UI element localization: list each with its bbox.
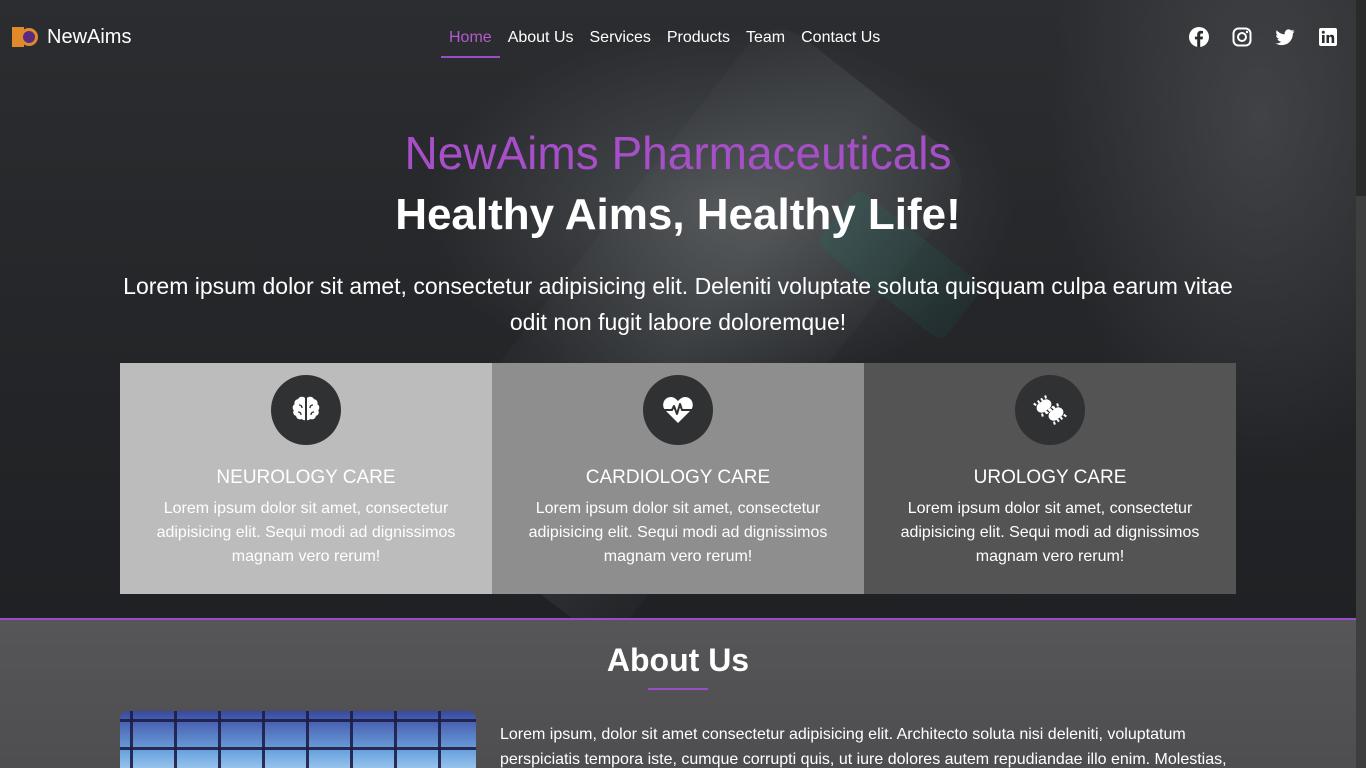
card-text: Lorem ipsum dolor sit amet, consectetur …	[528, 500, 828, 565]
card-title: UROLOGY CARE	[973, 467, 1127, 488]
about-image	[120, 711, 476, 768]
hero-section: NewAims Home About Us Services Products …	[0, 0, 1356, 620]
heartbeat-icon	[643, 375, 713, 445]
nav-team[interactable]: Team	[738, 0, 793, 58]
card-urology[interactable]: UROLOGY CARE Lorem ipsum dolor sit amet,…	[864, 363, 1236, 594]
twitter-icon[interactable]	[1275, 27, 1295, 47]
hero-title: NewAims Pharmaceuticals	[404, 127, 952, 179]
hero-description: Lorem ipsum dolor sit amet, consectetur …	[123, 273, 1233, 335]
instagram-icon[interactable]	[1232, 27, 1252, 47]
brain-icon	[271, 375, 341, 445]
card-neurology[interactable]: NEUROLOGY CARE Lorem ipsum dolor sit ame…	[120, 363, 492, 594]
nav-services[interactable]: Services	[582, 0, 659, 58]
social-links	[1189, 27, 1338, 47]
card-title: CARDIOLOGY CARE	[585, 467, 771, 488]
nav-contact-us[interactable]: Contact Us	[793, 0, 888, 58]
brand-logo-icon	[12, 25, 40, 49]
nav-products[interactable]: Products	[659, 0, 738, 58]
scrollbar-thumb[interactable]	[1356, 196, 1366, 768]
bacteria-icon	[1015, 375, 1085, 445]
facebook-icon[interactable]	[1189, 27, 1209, 47]
about-title: About Us	[606, 642, 750, 678]
nav-about-us[interactable]: About Us	[500, 0, 582, 58]
linkedin-icon[interactable]	[1318, 27, 1338, 47]
card-title: NEUROLOGY CARE	[216, 467, 396, 488]
nav-links: Home About Us Services Products Team Con…	[441, 0, 888, 58]
about-title-underline	[648, 688, 708, 690]
card-text: Lorem ipsum dolor sit amet, consectetur …	[900, 500, 1200, 565]
page-scrollbar[interactable]	[1356, 0, 1366, 768]
navbar: NewAims Home About Us Services Products …	[0, 0, 1356, 75]
about-text: Lorem ipsum, dolor sit amet consectetur …	[500, 726, 1227, 768]
about-section: About Us Lorem ipsum, dolor sit amet con…	[0, 618, 1356, 768]
brand-name: NewAims	[47, 25, 132, 48]
nav-home[interactable]: Home	[441, 0, 500, 58]
card-text: Lorem ipsum dolor sit amet, consectetur …	[156, 500, 456, 565]
service-cards: NEUROLOGY CARE Lorem ipsum dolor sit ame…	[120, 363, 1236, 594]
hero-subtitle: Healthy Aims, Healthy Life!	[395, 190, 961, 239]
brand[interactable]: NewAims	[12, 25, 131, 49]
card-cardiology[interactable]: CARDIOLOGY CARE Lorem ipsum dolor sit am…	[492, 363, 864, 594]
